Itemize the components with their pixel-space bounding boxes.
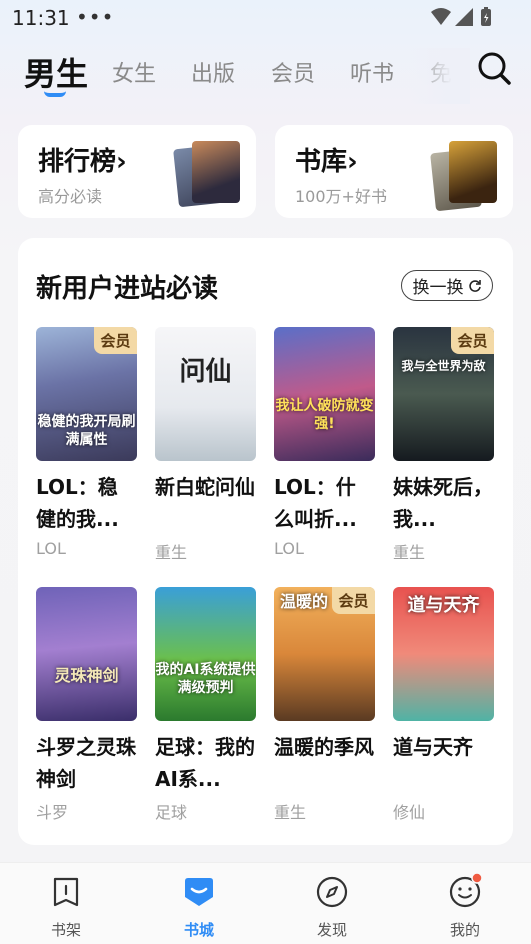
cover-text: 我让人破防就变强! [275, 398, 374, 432]
book-tag: 足球 [155, 803, 188, 822]
cover-text: 温暖的 [280, 592, 329, 611]
book-title: 新白蛇问仙 [155, 475, 255, 499]
book-card[interactable]: 道与天齐 道与天齐 修仙 [393, 587, 494, 823]
book-title: 妹妹死后，我... [393, 475, 493, 531]
status-bar: 11:31 ••• [0, 0, 531, 36]
book-card[interactable]: 灵珠神剑 斗罗之灵珠神剑 斗罗 [36, 587, 137, 823]
book-card[interactable]: 我的AI系统提供满级预判 足球：我的AI系... 足球 [155, 587, 256, 823]
bookshelf-icon [53, 877, 79, 907]
book-cover: 会员 稳健的我开局刷满属性 [36, 327, 137, 461]
refresh-label: 换一换 [412, 278, 464, 298]
cover-text: 我的AI系统提供满级预判 [155, 662, 256, 696]
book-tag: 重生 [274, 803, 307, 822]
tabs-fade [410, 48, 470, 104]
book-title: 斗罗之灵珠神剑 [36, 735, 136, 791]
profile-icon [449, 872, 483, 908]
vip-badge: 会员 [332, 587, 375, 614]
library-title: 书库› [295, 147, 358, 177]
book-cover: 我让人破防就变强! [274, 327, 375, 461]
nav-profile-label: 我的 [449, 921, 480, 939]
bottom-nav: 书架 书城 发现 我的 [0, 862, 531, 944]
nav-bookshelf-label: 书架 [50, 921, 81, 939]
library-entry[interactable]: 书库› 100万+好书 [275, 125, 513, 218]
status-icons [431, 7, 491, 26]
cover-text: 道与天齐 [407, 595, 480, 616]
book-tag: LOL [274, 539, 304, 558]
book-card[interactable]: 我让人破防就变强! LOL：什么叫折... LOL [274, 327, 375, 558]
book-title: 温暖的季风 [274, 735, 374, 759]
tab-female[interactable]: 女生 [112, 56, 156, 88]
cover-text: 灵珠神剑 [54, 666, 119, 685]
book-title: LOL：稳健的我... [36, 475, 119, 531]
tab-vip[interactable]: 会员 [271, 56, 315, 88]
book-cover: 灵珠神剑 [36, 587, 137, 721]
status-dots: ••• [76, 5, 115, 29]
ranking-entry[interactable]: 排行榜› 高分必读 [18, 125, 256, 218]
nav-discover[interactable]: 发现 [292, 875, 372, 940]
refresh-button[interactable]: 换一换 [401, 270, 493, 301]
tab-male[interactable]: 男生 [24, 49, 88, 95]
book-tag: 斗罗 [36, 803, 69, 822]
ranking-title: 排行榜› [38, 147, 127, 177]
nav-profile[interactable]: 我的 [425, 872, 505, 940]
tab-publishing[interactable]: 出版 [191, 56, 235, 88]
status-time: 11:31 [12, 6, 70, 30]
compass-icon [316, 876, 348, 908]
book-cover: 会员 我与全世界为敌 [393, 327, 494, 461]
book-card[interactable]: 会员 稳健的我开局刷满属性 LOL：稳健的我... LOL [36, 327, 137, 558]
cover-text: 问仙 [179, 357, 232, 387]
library-thumb [449, 141, 497, 203]
book-card[interactable]: 问仙 新白蛇问仙 重生 [155, 327, 256, 563]
book-cover: 会员 温暖的 [274, 587, 375, 721]
book-title: LOL：什么叫折... [274, 475, 357, 531]
library-subtitle: 100万+好书 [295, 187, 387, 206]
book-tag: LOL [36, 539, 66, 558]
book-card[interactable]: 会员 温暖的 温暖的季风 重生 [274, 587, 375, 823]
ranking-thumb [192, 141, 240, 203]
tab-audiobooks[interactable]: 听书 [350, 56, 394, 88]
notification-dot [471, 872, 483, 884]
search-icon[interactable] [476, 50, 512, 86]
cover-text: 我与全世界为敌 [401, 359, 486, 373]
nav-bookshelf[interactable]: 书架 [26, 875, 106, 940]
book-cover: 问仙 [155, 327, 256, 461]
book-cover: 我的AI系统提供满级预判 [155, 587, 256, 721]
active-tab-indicator [44, 91, 66, 97]
book-title: 足球：我的AI系... [155, 735, 255, 791]
bookstore-icon [185, 878, 213, 906]
new-user-section: 新用户进站必读 换一换 会员 稳健的我开局刷满属性 LOL：稳健的我... LO… [18, 238, 513, 845]
book-tag: 修仙 [393, 803, 426, 822]
book-card[interactable]: 会员 我与全世界为敌 妹妹死后，我... 重生 [393, 327, 494, 563]
book-tag: 重生 [393, 543, 426, 562]
cover-text: 稳健的我开局刷满属性 [37, 414, 136, 448]
vip-badge: 会员 [451, 327, 494, 354]
section-title: 新用户进站必读 [36, 274, 219, 304]
vip-badge: 会员 [94, 327, 137, 354]
book-title: 道与天齐 [393, 735, 473, 759]
nav-discover-label: 发现 [316, 921, 347, 939]
ranking-subtitle: 高分必读 [38, 187, 103, 206]
book-tag: 重生 [155, 543, 188, 562]
wifi-icon [431, 8, 451, 25]
signal-icon [455, 8, 473, 26]
nav-bookstore-label: 书城 [183, 921, 214, 939]
refresh-icon [468, 279, 481, 292]
nav-bookstore[interactable]: 书城 [159, 875, 239, 940]
book-cover: 道与天齐 [393, 587, 494, 721]
